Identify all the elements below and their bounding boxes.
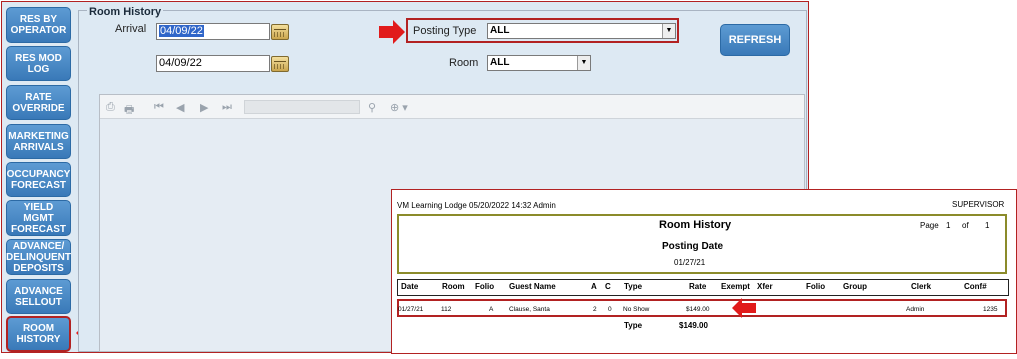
report-subtitle: Posting Date [662,241,724,252]
of-label: of [962,221,969,230]
pointer-arrow-posting-type [379,20,405,44]
col-exempt: Exempt [721,282,750,291]
viewer-toolbar: ⎙ 🖶 ⏮ ◀ ▶ ⏭ ⚲ ⊕ ▾ [100,95,804,119]
arrival-to-input[interactable]: 04/09/22 [156,55,270,72]
cell-conf: 1235 [983,306,998,313]
room-select[interactable]: ALL ▼ [487,55,591,71]
calendar-icon-from[interactable] [271,24,289,40]
cell-room: 112 [441,306,452,313]
refresh-button[interactable]: REFRESH [720,24,790,56]
posting-date-value: 01/27/21 [674,258,706,267]
col-type: Type [624,282,643,291]
total-value: $149.00 [679,321,708,330]
print-icon[interactable]: 🖶 [124,101,134,120]
col-rate: Rate [689,282,707,291]
sidebar-item-res-by-operator[interactable]: RES BY OPERATOR [6,7,71,43]
room-label: Room [449,57,479,69]
posting-type-select[interactable]: ALL ▼ [487,23,676,39]
cell-rate: $149.00 [686,306,710,313]
col-a: A [591,282,597,291]
cell-folio: A [489,306,494,313]
col-xfer: Xfer [757,282,773,291]
prev-page-icon[interactable]: ◀ [176,101,184,114]
col-guest-name: Guest Name [509,282,556,291]
last-page-icon[interactable]: ⏭ [222,101,232,114]
first-page-icon[interactable]: ⏮ [154,101,164,114]
next-page-icon[interactable]: ▶ [200,101,208,114]
report-preview: VM Learning Lodge 05/20/2022 14:32 Admin… [391,189,1017,354]
arrival-from-input[interactable]: 04/09/22 [156,23,270,40]
cell-c: 0 [608,306,612,313]
total-label: Type [624,321,643,330]
posting-type-value: ALL [490,25,510,36]
sidebar-item-marketing-arrivals[interactable]: MARKETING ARRIVALS [6,124,71,159]
cell-a: 2 [593,306,597,313]
sidebar-item-advance-delinquent-deposits[interactable]: ADVANCE/ DELINQUENT DEPOSITS [6,239,71,275]
chevron-down-icon[interactable]: ▼ [662,24,675,38]
chevron-down-icon[interactable]: ▼ [577,56,590,70]
sidebar-item-yield-mgmt-forecast[interactable]: YIELD MGMT FORECAST [6,200,71,236]
sidebar-item-occupancy-forecast[interactable]: OCCUPANCY FORECAST [6,162,71,197]
page-total: 1 [985,221,990,230]
col-room: Room [442,282,465,291]
calendar-icon-to[interactable] [271,56,289,72]
arrival-from-value: 04/09/22 [159,25,204,37]
page-number: 1 [946,221,951,230]
arrival-to-value: 04/09/22 [159,57,202,69]
sidebar-item-rate-override[interactable]: RATE OVERRIDE [6,85,71,120]
posting-type-label: Posting Type [413,25,477,37]
col-clerk: Clerk [911,282,932,291]
panel-title: Room History [87,6,164,18]
col-date: Date [401,282,419,291]
sidebar-item-advance-sellout[interactable]: ADVANCE SELLOUT [6,279,71,314]
page-label: Page [920,221,939,230]
report-header-left: VM Learning Lodge 05/20/2022 14:32 Admin [397,201,556,210]
zoom-icon[interactable]: ⊕ ▾ [390,101,408,114]
cell-type: No Show [623,306,650,313]
sidebar: RES BY OPERATOR RES MOD LOG RATE OVERRID… [2,2,72,352]
arrival-label: Arrival [115,23,147,35]
report-header-right: SUPERVISOR [952,200,1005,209]
room-value: ALL [490,57,510,68]
cell-date: 01/27/21 [398,306,424,313]
export-icon[interactable]: ⎙ [106,101,115,114]
pointer-arrow-report-row [732,298,756,318]
col-conf: Conf# [964,282,987,291]
find-icon[interactable]: ⚲ [368,101,376,114]
col-folio-2: Folio [806,282,826,291]
report-title: Room History [659,219,732,231]
sidebar-item-room-history[interactable]: ROOM HISTORY [6,316,71,352]
cell-clerk: Admin [906,306,925,313]
col-folio: Folio [475,282,495,291]
cell-guest-name: Clause, Santa [509,306,550,313]
page-number-input[interactable] [244,100,360,114]
sidebar-item-res-mod-log[interactable]: RES MOD LOG [6,46,71,81]
col-c: C [605,282,611,291]
col-group: Group [843,282,867,291]
